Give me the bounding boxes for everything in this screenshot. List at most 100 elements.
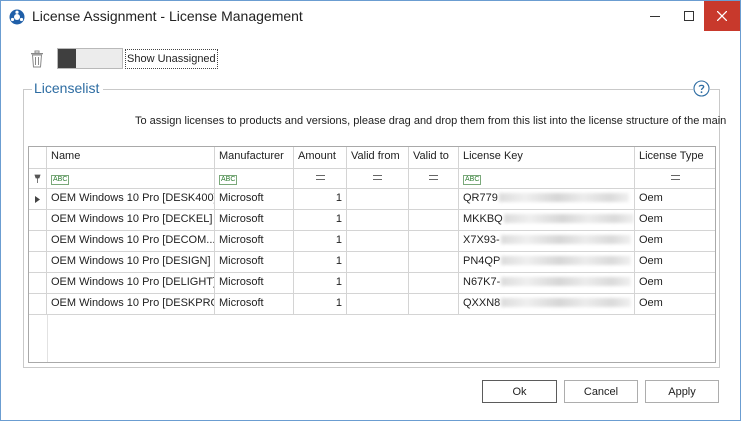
cell-valid-from[interactable] — [347, 189, 409, 210]
cell-valid-from[interactable] — [347, 252, 409, 273]
cell-license-type[interactable]: Oem — [635, 210, 715, 231]
cell-license-type[interactable]: Oem — [635, 273, 715, 294]
cell-license-type[interactable]: Oem — [635, 189, 715, 210]
question-icon[interactable] — [693, 80, 710, 97]
cell-license-key[interactable]: QXXN8 — [459, 294, 635, 315]
cell-license-key[interactable]: MKKBQ — [459, 210, 635, 231]
table-row[interactable]: OEM Windows 10 Pro [DESIGN] Microsoft 1 … — [29, 252, 715, 273]
maximize-icon — [684, 11, 694, 21]
cell-license-key[interactable]: PN4QP — [459, 252, 635, 273]
filter-valid-to[interactable] — [409, 169, 459, 189]
cell-manufacturer[interactable]: Microsoft — [215, 273, 294, 294]
cell-manufacturer[interactable]: Microsoft — [215, 231, 294, 252]
cell-license-type[interactable]: Oem — [635, 231, 715, 252]
equals-filter-icon — [315, 175, 325, 180]
current-row-arrow-icon — [35, 195, 40, 203]
cell-license-type[interactable]: Oem — [635, 252, 715, 273]
filter-valid-from[interactable] — [347, 169, 409, 189]
cell-license-key[interactable]: QR779 — [459, 189, 635, 210]
pin-icon — [34, 174, 41, 183]
maximize-button[interactable] — [672, 1, 706, 31]
table-row[interactable]: OEM Windows 10 Pro [DELIGHT] Microsoft 1… — [29, 273, 715, 294]
cell-manufacturer[interactable]: Microsoft — [215, 210, 294, 231]
licenselist-title: Licenselist — [32, 80, 104, 96]
table-row[interactable]: OEM Windows 10 Pro [DESK400] Microsoft 1… — [29, 189, 715, 210]
column-header-license-key[interactable]: License Key — [459, 147, 635, 169]
license-key-prefix: X7X93- — [463, 234, 500, 246]
filter-license-key[interactable]: ABC — [459, 169, 635, 189]
title-bar[interactable]: License Assignment - License Management — [1, 1, 740, 32]
text-filter-icon: ABC — [51, 175, 70, 185]
table-row[interactable]: OEM Windows 10 Pro [DESKPRO] Microsoft 1… — [29, 294, 715, 315]
column-header-license-type[interactable]: License Type — [635, 147, 715, 169]
row-indicator — [29, 294, 47, 315]
column-header-valid-from[interactable]: Valid from — [347, 147, 409, 169]
table-row[interactable]: OEM Windows 10 Pro [DECKEL] Microsoft 1 … — [29, 210, 715, 231]
filter-license-type[interactable] — [635, 169, 715, 189]
cell-valid-from[interactable] — [347, 231, 409, 252]
cell-amount[interactable]: 1 — [294, 231, 347, 252]
cell-amount[interactable]: 1 — [294, 210, 347, 231]
cell-name[interactable]: OEM Windows 10 Pro [DESIGN] — [47, 252, 215, 273]
cell-license-key[interactable]: X7X93- — [459, 231, 635, 252]
group-title-line — [103, 89, 689, 90]
toolbar: Show Unassigned — [29, 48, 229, 70]
cell-valid-to[interactable] — [409, 189, 459, 210]
column-header-valid-to[interactable]: Valid to — [409, 147, 459, 169]
cell-valid-to[interactable] — [409, 294, 459, 315]
cancel-button[interactable]: Cancel — [564, 380, 638, 403]
equals-filter-icon — [670, 175, 680, 180]
cell-amount[interactable]: 1 — [294, 252, 347, 273]
license-key-prefix: MKKBQ — [463, 213, 503, 225]
license-key-prefix: QXXN8 — [463, 297, 501, 309]
close-button[interactable] — [704, 1, 740, 31]
cell-name[interactable]: OEM Windows 10 Pro [DELIGHT] — [47, 273, 215, 294]
cell-manufacturer[interactable]: Microsoft — [215, 294, 294, 315]
cell-valid-from[interactable] — [347, 273, 409, 294]
cell-manufacturer[interactable]: Microsoft — [215, 189, 294, 210]
cell-valid-from[interactable] — [347, 210, 409, 231]
cell-name[interactable]: OEM Windows 10 Pro [DECKEL] — [47, 210, 215, 231]
column-header-amount[interactable]: Amount — [294, 147, 347, 169]
row-indicator — [29, 273, 47, 294]
cell-manufacturer[interactable]: Microsoft — [215, 252, 294, 273]
column-header-name[interactable]: Name — [47, 147, 215, 169]
row-indicator — [29, 189, 47, 210]
cell-license-key[interactable]: N67K7- — [459, 273, 635, 294]
ok-button[interactable]: Ok — [482, 380, 557, 403]
license-key-prefix: QR779 — [463, 192, 498, 204]
grid-empty-area-col-name — [47, 315, 48, 362]
row-selector-header — [29, 147, 47, 169]
license-key-prefix: PN4QP — [463, 255, 501, 267]
show-unassigned-label[interactable]: Show Unassigned — [125, 49, 218, 69]
cell-name[interactable]: OEM Windows 10 Pro [DESKPRO] — [47, 294, 215, 315]
close-icon — [717, 11, 727, 21]
cell-name[interactable]: OEM Windows 10 Pro [DESK400] — [47, 189, 215, 210]
cell-valid-to[interactable] — [409, 231, 459, 252]
cell-amount[interactable]: 1 — [294, 273, 347, 294]
show-unassigned-toggle[interactable] — [57, 48, 123, 69]
cell-name[interactable]: OEM Windows 10 Pro [DECOM... — [47, 231, 215, 252]
cell-valid-to[interactable] — [409, 252, 459, 273]
equals-filter-icon — [429, 175, 438, 180]
license-grid[interactable]: Name Manufacturer Amount Valid from Vali… — [28, 146, 716, 363]
cell-amount[interactable]: 1 — [294, 189, 347, 210]
column-header-manufacturer[interactable]: Manufacturer — [215, 147, 294, 169]
redacted-key — [501, 277, 632, 286]
filter-manufacturer[interactable]: ABC — [215, 169, 294, 189]
redacted-key — [500, 235, 631, 244]
cell-valid-from[interactable] — [347, 294, 409, 315]
filter-pin-cell — [29, 169, 47, 189]
filter-amount[interactable] — [294, 169, 347, 189]
cell-valid-to[interactable] — [409, 273, 459, 294]
table-row[interactable]: OEM Windows 10 Pro [DECOM... Microsoft 1… — [29, 231, 715, 252]
equals-filter-icon — [373, 175, 382, 180]
minimize-button[interactable] — [638, 1, 672, 31]
cell-valid-to[interactable] — [409, 210, 459, 231]
filter-name[interactable]: ABC — [47, 169, 215, 189]
trash-icon[interactable] — [29, 50, 45, 68]
cell-amount[interactable]: 1 — [294, 294, 347, 315]
apply-button[interactable]: Apply — [645, 380, 719, 403]
cell-license-type[interactable]: Oem — [635, 294, 715, 315]
grid-filter-row: ABC ABC ABC — [29, 169, 715, 189]
